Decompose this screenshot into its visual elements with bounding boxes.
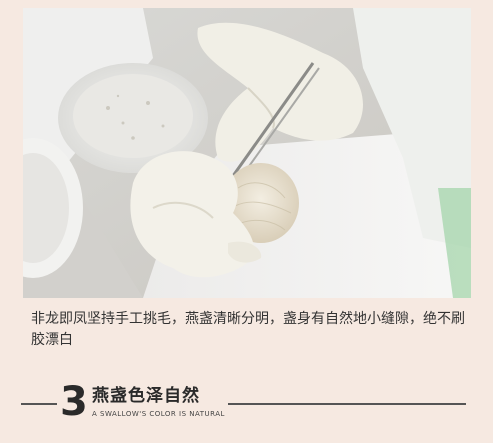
section-title: 燕盏色泽自然: [92, 386, 200, 406]
section-number: 3: [60, 379, 88, 425]
section-subtitle: A SWALLOW'S COLOR IS NATURAL: [92, 410, 225, 418]
divider-right: [228, 403, 466, 405]
divider-left: [21, 403, 57, 405]
section-header: 3 燕盏色泽自然 A SWALLOW'S COLOR IS NATURAL: [0, 372, 493, 432]
caption-text: 非龙即凤坚持手工挑毛，燕盏清晰分明，盏身有自然地小缝隙，绝不刷胶漂白: [31, 311, 465, 348]
product-photo: [23, 8, 471, 298]
